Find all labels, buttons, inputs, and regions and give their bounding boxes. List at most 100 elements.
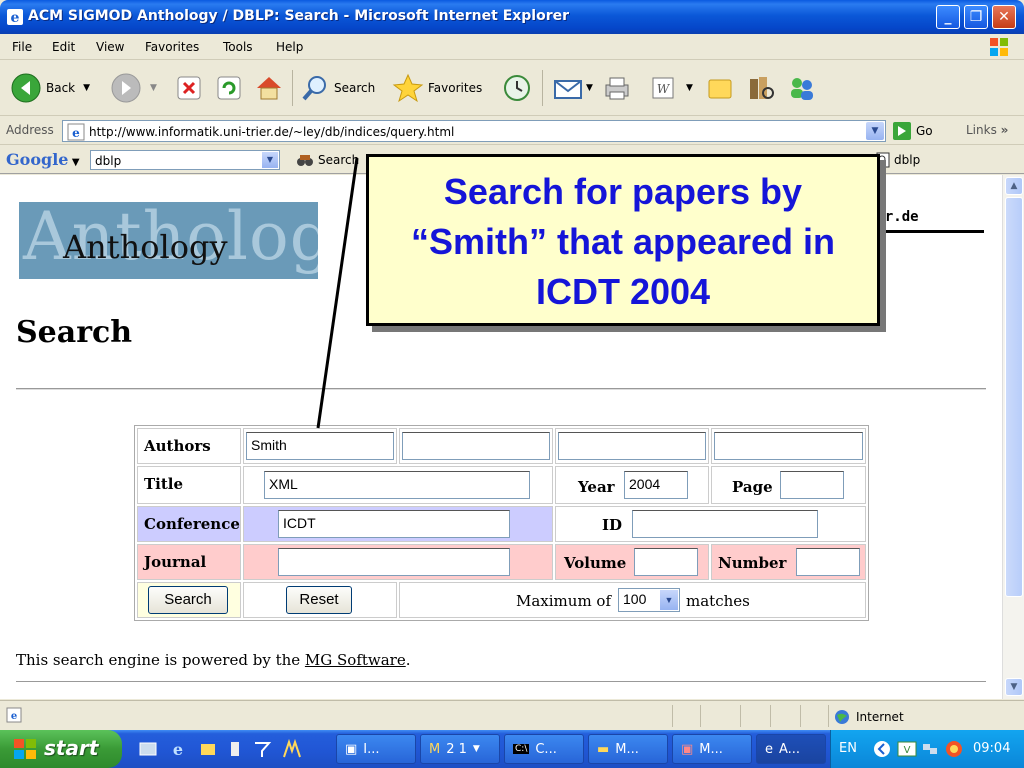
address-label: Address (6, 123, 54, 137)
title-label: Title (144, 475, 184, 493)
quicklaunch-tool-icon[interactable] (252, 739, 272, 759)
mail-icon (554, 80, 582, 99)
logo-foreground-text: Anthology (63, 228, 228, 266)
svg-text:e: e (72, 126, 80, 140)
taskbar-item-5[interactable]: ▣ M... (672, 734, 752, 764)
google-search-input[interactable]: dblp ▼ (90, 150, 280, 170)
author-input-1[interactable]: Smith (246, 432, 394, 460)
powered-by-text: This search engine is powered by the MG … (16, 651, 411, 669)
id-input[interactable] (632, 510, 818, 538)
forward-dropdown-icon[interactable]: ▼ (150, 83, 157, 93)
close-button[interactable]: ✕ (992, 5, 1016, 29)
menu-favorites[interactable]: Favorites (145, 40, 199, 54)
dblp-button-label: dblp (894, 153, 921, 167)
mail-button[interactable]: ▼ (552, 72, 593, 104)
go-button[interactable]: Go (892, 121, 933, 141)
history-button[interactable] (502, 72, 532, 104)
stop-button[interactable] (176, 72, 202, 104)
back-dropdown-icon[interactable]: ▼ (83, 83, 90, 93)
mail-dropdown-icon[interactable]: ▼ (586, 83, 593, 93)
google-logo-text: Google (6, 150, 69, 169)
max-matches-value: 100 (623, 591, 647, 607)
favorites-toolbar-label: Favorites (428, 81, 483, 95)
search-toolbar-button[interactable]: Search (300, 72, 375, 104)
divider (16, 388, 986, 390)
maximize-button[interactable]: ❐ (964, 5, 988, 29)
menu-tools[interactable]: Tools (223, 40, 253, 54)
search-toolbar-label: Search (334, 81, 376, 95)
page-input[interactable] (780, 471, 844, 499)
menu-help[interactable]: Help (276, 40, 303, 54)
address-dropdown-icon[interactable]: ▼ (866, 122, 884, 140)
tray-network-icon[interactable] (921, 740, 939, 758)
author-input-4[interactable] (714, 432, 863, 460)
quicklaunch-ie-icon[interactable]: e (168, 739, 188, 759)
tray-vpn-icon[interactable]: V (897, 740, 917, 758)
mg-software-link[interactable]: MG Software (305, 651, 406, 669)
scroll-down-button[interactable]: ▼ (1005, 678, 1023, 696)
forward-button[interactable]: ▼ (110, 72, 157, 104)
tray-expand-icon[interactable] (873, 740, 891, 758)
start-button[interactable]: start (0, 730, 122, 768)
taskbar-item-label: I... (363, 741, 380, 757)
taskbar-item-3[interactable]: C:\ C... (504, 734, 584, 764)
language-indicator[interactable]: EN (839, 741, 857, 756)
svg-text:e: e (173, 740, 183, 759)
author-input-2[interactable] (402, 432, 550, 460)
quicklaunch-desktop-icon[interactable] (138, 739, 158, 759)
title-input[interactable]: XML (264, 471, 530, 499)
conference-input[interactable]: ICDT (278, 510, 510, 538)
title-bar: e ACM SIGMOD Anthology / DBLP: Search - … (0, 0, 1024, 34)
favorites-toolbar-button[interactable]: Favorites (392, 72, 482, 104)
minimize-button[interactable]: _ (936, 5, 960, 29)
reset-button[interactable]: Reset (286, 586, 352, 614)
scroll-thumb[interactable] (1005, 197, 1023, 597)
menu-file[interactable]: File (12, 40, 32, 54)
discuss-button[interactable] (706, 72, 734, 104)
scroll-up-button[interactable]: ▲ (1005, 177, 1023, 195)
taskbar-item-1[interactable]: ▣ I... (336, 734, 416, 764)
refresh-button[interactable] (216, 72, 242, 104)
quicklaunch-app-icon[interactable] (228, 739, 242, 759)
taskbar: start e ▣ I... M2 1 ▼ C:\ C... ▬ M... ▣ M... … (0, 730, 1024, 768)
volume-input[interactable] (634, 548, 698, 576)
menu-view[interactable]: View (96, 40, 124, 54)
messenger-button[interactable] (786, 72, 818, 104)
max-matches-dropdown-icon[interactable]: ▼ (660, 590, 678, 610)
taskbar-item-4[interactable]: ▬ M... (588, 734, 668, 764)
edit-button[interactable]: W ▼ (650, 72, 693, 104)
taskbar-item-label: 2 1 (446, 741, 467, 757)
page-title: Search (16, 315, 133, 350)
edit-dropdown-icon[interactable]: ▼ (686, 83, 693, 93)
address-input[interactable]: e http://www.informatik.uni-trier.de/~le… (62, 120, 886, 142)
vertical-scrollbar[interactable]: ▲ ▼ (1002, 175, 1024, 699)
research-button[interactable] (746, 72, 776, 104)
number-input[interactable] (796, 548, 860, 576)
menu-edit[interactable]: Edit (52, 40, 75, 54)
home-button[interactable] (254, 72, 284, 104)
year-input[interactable]: 2004 (624, 471, 688, 499)
print-button[interactable] (602, 72, 632, 104)
back-button[interactable]: Back ▼ (10, 72, 90, 104)
tray-alert-icon[interactable] (945, 740, 963, 758)
google-search-button[interactable]: Search (296, 152, 359, 168)
taskbar-item-2[interactable]: M 2 1 ▼ (420, 734, 500, 764)
google-dropdown-icon[interactable]: ▼ (262, 152, 278, 168)
google-logo[interactable]: Google ▼ (6, 150, 80, 169)
anthology-logo[interactable]: Anthology Anthology (19, 202, 318, 279)
links-button[interactable]: Links » (966, 123, 1008, 137)
conference-cell: ICDT (243, 506, 553, 542)
journal-label-cell: Journal (137, 544, 241, 580)
id-cell: ID (555, 506, 866, 542)
taskbar-item-6[interactable]: e A... (756, 734, 826, 764)
search-button[interactable]: Search (148, 586, 228, 614)
quicklaunch-explorer-icon[interactable] (198, 739, 218, 759)
quicklaunch-editor-icon[interactable] (282, 739, 302, 759)
powered-prefix: This search engine is powered by the (16, 651, 305, 669)
reset-button-cell: Reset (243, 582, 397, 618)
max-matches-select[interactable]: 100 ▼ (618, 588, 680, 612)
journal-input[interactable] (278, 548, 510, 576)
author-input-3[interactable] (558, 432, 706, 460)
callout-line-1: Search for papers by (443, 171, 803, 212)
dblp-highlight-button[interactable]: dblp (876, 152, 920, 168)
